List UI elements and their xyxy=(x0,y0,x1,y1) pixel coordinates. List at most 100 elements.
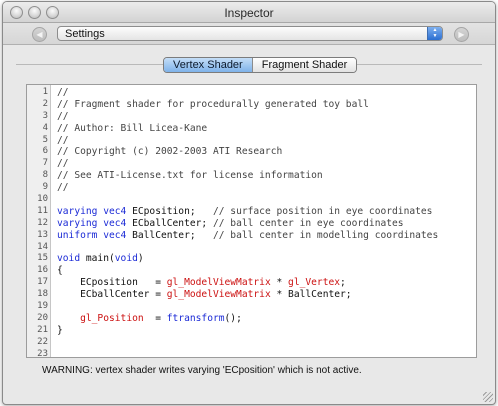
chevron-right-icon: ▶ xyxy=(458,30,465,39)
line-number: 3 xyxy=(42,110,48,121)
line-number: 16 xyxy=(37,265,48,276)
title-bar[interactable]: Inspector xyxy=(3,2,495,23)
chevron-left-icon: ◀ xyxy=(36,30,43,39)
line-number: 10 xyxy=(37,194,48,205)
code-builtin: gl_Vertex xyxy=(288,277,341,289)
code-token: { xyxy=(57,265,63,277)
line-number: 20 xyxy=(37,312,48,323)
code-line[interactable]: 8 // See ATI-License.txt for license info… xyxy=(27,170,476,182)
code-keyword: ftransform xyxy=(166,312,225,324)
line-number: 18 xyxy=(37,289,48,300)
code-line[interactable]: 17 ECposition = gl_ModelViewMatrix * gl_… xyxy=(27,277,476,289)
code-line[interactable]: 12 varying vec4 ECballCenter; // ball cen… xyxy=(27,218,476,230)
code-keyword: varying xyxy=(57,217,98,229)
code-line[interactable]: 13 uniform vec4 BallCenter; // ball cente… xyxy=(27,230,476,242)
code-text: // Copyright (c) 2002-2003 ATI Research xyxy=(57,146,282,158)
resize-grip-icon[interactable] xyxy=(483,392,493,402)
tab-fragment-shader[interactable]: Fragment Shader xyxy=(251,58,357,72)
code-comment: // Copyright (c) 2002-2003 ATI Research xyxy=(57,146,283,158)
line-number: 13 xyxy=(37,229,48,240)
code-line[interactable]: 2 // Fragment shader for procedurally gen… xyxy=(27,99,476,111)
line-number: 19 xyxy=(37,301,48,312)
popup-selected-label: Settings xyxy=(65,28,105,40)
code-text: void main(void) xyxy=(57,253,144,265)
code-line[interactable]: 10 xyxy=(27,194,476,206)
shader-code-editor[interactable]: 1 // 2 // Fragment shader for procedurally … xyxy=(26,84,477,358)
forward-button[interactable]: ▶ xyxy=(454,27,469,42)
code-line[interactable]: 16 { xyxy=(27,265,476,277)
line-number: 21 xyxy=(37,324,48,335)
code-keyword: vec4 xyxy=(103,229,127,241)
code-text: gl_Position = ftransform(); xyxy=(57,313,242,325)
code-line[interactable]: 1 // xyxy=(27,87,476,99)
window-title: Inspector xyxy=(224,6,274,20)
line-number: 22 xyxy=(37,336,48,347)
code-line[interactable]: 5 // xyxy=(27,135,476,147)
code-line[interactable]: 21} xyxy=(27,325,476,337)
settings-popup[interactable]: Settings ▲ ▼ xyxy=(57,26,443,41)
code-token: ECballCenter; xyxy=(126,217,213,229)
code-line[interactable]: 15 void main(void) xyxy=(27,253,476,265)
code-text: // See ATI-License.txt for license infor… xyxy=(57,170,323,182)
code-token: ) xyxy=(137,253,144,265)
updown-arrows-icon: ▲ ▼ xyxy=(427,27,442,40)
code-keyword: varying xyxy=(57,205,98,217)
code-comment: // xyxy=(57,158,69,170)
line-number: 6 xyxy=(42,146,48,157)
line-number: 2 xyxy=(42,98,48,109)
code-text: } xyxy=(57,325,63,337)
code-text: varying vec4 ECballCenter; // ball cente… xyxy=(57,218,404,230)
code-comment: // xyxy=(57,134,69,146)
code-text: ECposition = gl_ModelViewMatrix * gl_Ver… xyxy=(57,277,346,289)
code-token: ECposition; xyxy=(126,205,213,217)
line-number: 5 xyxy=(42,134,48,145)
code-line[interactable]: 19 xyxy=(27,301,476,313)
line-number: 8 xyxy=(42,170,48,181)
line-number: 23 xyxy=(37,348,48,358)
code-line[interactable]: 23 xyxy=(27,348,476,358)
code-line[interactable]: 9 // xyxy=(27,182,476,194)
code-token: ECposition = xyxy=(57,277,167,289)
code-builtin: gl_Position xyxy=(80,312,144,324)
code-line[interactable]: 6 // Copyright (c) 2002-2003 ATI Research xyxy=(27,146,476,158)
code-comment: // xyxy=(57,182,69,194)
code-keyword: void xyxy=(57,253,81,265)
code-line[interactable]: 22 xyxy=(27,337,476,349)
code-comment: // See ATI-License.txt for license infor… xyxy=(57,170,323,182)
code-token: = xyxy=(143,312,167,324)
code-text: // Fragment shader for procedurally gene… xyxy=(57,99,369,111)
tab-vertex-shader[interactable]: Vertex Shader xyxy=(164,58,252,72)
back-button[interactable]: ◀ xyxy=(32,27,47,42)
line-number: 9 xyxy=(42,182,48,193)
code-line[interactable]: 11 varying vec4 ECposition; // surface po… xyxy=(27,206,476,218)
code-token: ; xyxy=(340,277,346,289)
code-line[interactable]: 18 ECballCenter = gl_ModelViewMatrix * B… xyxy=(27,289,476,301)
code-text: // xyxy=(57,135,69,147)
code-keyword: vec4 xyxy=(103,217,127,229)
code-line[interactable]: 7 // xyxy=(27,158,476,170)
code-text: // xyxy=(57,158,69,170)
code-lines: 1 // 2 // Fragment shader for procedurally … xyxy=(27,87,476,358)
code-text: // xyxy=(57,87,69,99)
status-warning-text: WARNING: vertex shader writes varying 'E… xyxy=(42,365,362,376)
shader-tabs: Vertex Shader Fragment Shader xyxy=(163,57,358,73)
code-text: varying vec4 ECposition; // surface posi… xyxy=(57,206,432,218)
status-bar: WARNING: vertex shader writes varying 'E… xyxy=(26,365,477,379)
code-comment: // xyxy=(57,110,69,122)
line-number: 15 xyxy=(37,253,48,264)
code-comment: // xyxy=(57,87,69,98)
code-builtin: gl_ModelViewMatrix xyxy=(166,289,271,301)
line-number: 17 xyxy=(37,277,48,288)
code-line[interactable]: 4 // Author: Bill Licea-Kane xyxy=(27,123,476,135)
code-keyword: uniform xyxy=(57,229,98,241)
code-line[interactable]: 3 // xyxy=(27,111,476,123)
code-token: ECballCenter = xyxy=(57,289,167,301)
code-token: (); xyxy=(224,312,242,324)
code-line[interactable]: 20 gl_Position = ftransform(); xyxy=(27,313,476,325)
code-comment: // ball center in modelling coordinates xyxy=(212,229,439,241)
code-text: // Author: Bill Licea-Kane xyxy=(57,123,207,135)
code-comment: // surface position in eye coordinates xyxy=(212,205,433,217)
code-line[interactable]: 14 xyxy=(27,242,476,254)
code-keyword: vec4 xyxy=(103,205,127,217)
line-number: 14 xyxy=(37,241,48,252)
